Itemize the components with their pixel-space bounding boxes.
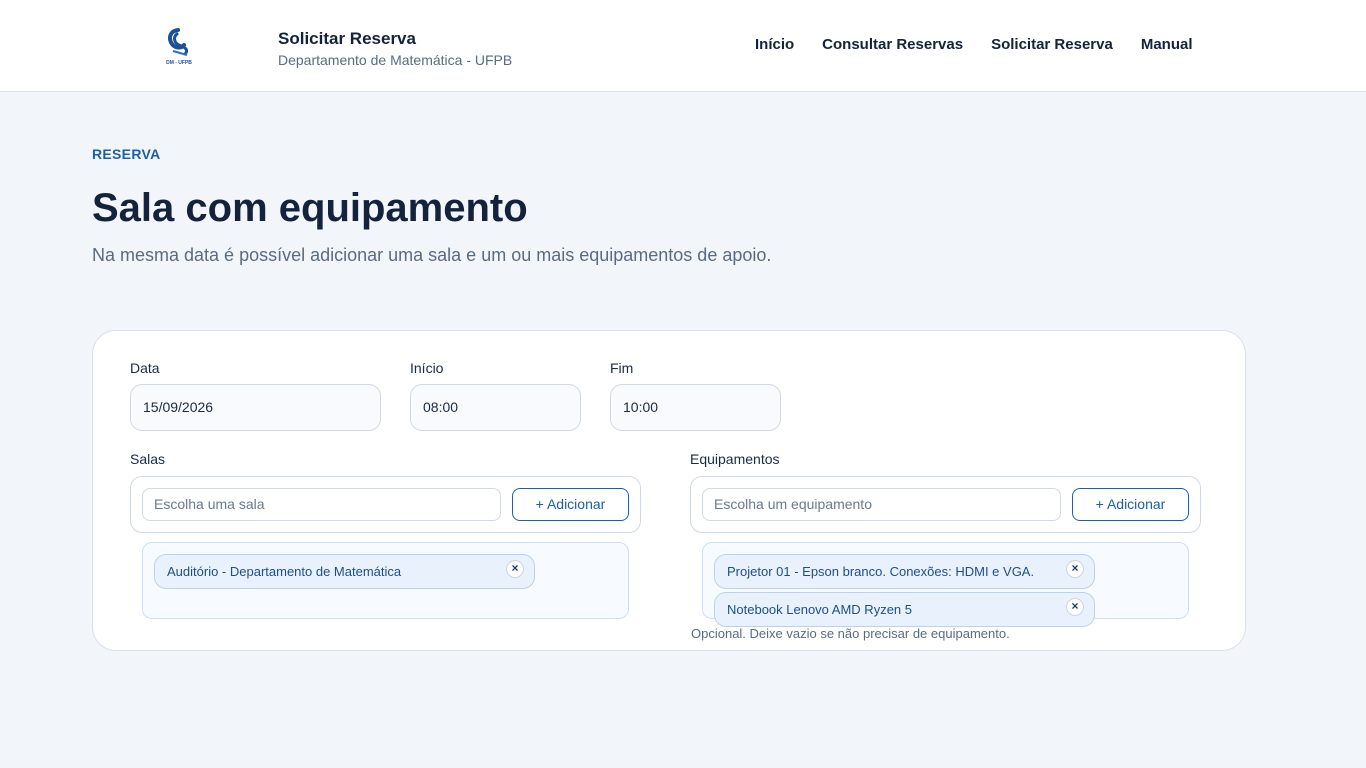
nav-link-consultar-reservas[interactable]: Consultar Reservas: [822, 36, 963, 53]
equipment-hint: Opcional. Deixe vazio se não precisar de…: [691, 626, 1010, 641]
app-subtitle: Departamento de Matemática - UFPB: [278, 52, 513, 68]
department-logo[interactable]: DM - UFPB: [163, 28, 195, 66]
nav-link-solicitar-reserva[interactable]: Solicitar Reserva: [991, 36, 1113, 53]
date-label: Data: [130, 360, 160, 376]
equipment-chip: Notebook Lenovo AMD Ryzen 5 ×: [714, 592, 1095, 627]
svg-text:DM - UFPB: DM - UFPB: [166, 60, 192, 66]
start-time-label: Início: [410, 360, 444, 376]
equipment-picker: Escolha um equipamento + Adicionar: [690, 476, 1201, 533]
equipment-chip: Projetor 01 - Epson branco. Conexões: HD…: [714, 554, 1095, 589]
equipment-label: Equipamentos: [690, 451, 780, 467]
add-equipment-button[interactable]: + Adicionar: [1072, 488, 1189, 521]
page-description: Na mesma data é possível adicionar uma s…: [92, 245, 772, 265]
nav-link-manual[interactable]: Manual: [1141, 36, 1193, 53]
app-title: Solicitar Reserva: [278, 29, 416, 48]
end-time-field[interactable]: 10:00: [610, 384, 781, 431]
remove-room-icon[interactable]: ×: [506, 560, 524, 578]
add-room-button[interactable]: + Adicionar: [512, 488, 629, 521]
main-nav: Início Consultar Reservas Solicitar Rese…: [755, 36, 1193, 53]
remove-equipment-icon[interactable]: ×: [1066, 598, 1084, 616]
selected-equipment-list: Projetor 01 - Epson branco. Conexões: HD…: [702, 542, 1189, 627]
room-chip-label: Auditório - Departamento de Matemática: [167, 564, 402, 579]
date-field[interactable]: 15/09/2026: [130, 384, 381, 431]
start-time-field[interactable]: 08:00: [410, 384, 581, 431]
equipment-chip-label: Notebook Lenovo AMD Ryzen 5: [727, 602, 912, 617]
page-title: Sala com equipamento: [92, 186, 528, 230]
remove-equipment-icon[interactable]: ×: [1066, 560, 1084, 578]
selected-rooms-list: Auditório - Departamento de Matemática ×: [142, 542, 629, 619]
end-time-label: Fim: [610, 360, 634, 376]
equipment-select[interactable]: Escolha um equipamento: [702, 488, 1061, 521]
equipment-chip-label: Projetor 01 - Epson branco. Conexões: HD…: [727, 564, 1035, 579]
top-navbar: DM - UFPB Solicitar Reserva Departamento…: [0, 0, 1366, 92]
room-select[interactable]: Escolha uma sala: [142, 488, 501, 521]
room-chip: Auditório - Departamento de Matemática ×: [154, 554, 535, 589]
nav-link-inicio[interactable]: Início: [755, 36, 794, 53]
rooms-label: Salas: [130, 451, 166, 467]
reservation-form-card: Data 15/09/2026 Início 08:00 Fim 10:00 S…: [92, 330, 1246, 651]
room-picker: Escolha uma sala + Adicionar: [130, 476, 641, 533]
section-eyebrow: RESERVA: [92, 146, 161, 162]
